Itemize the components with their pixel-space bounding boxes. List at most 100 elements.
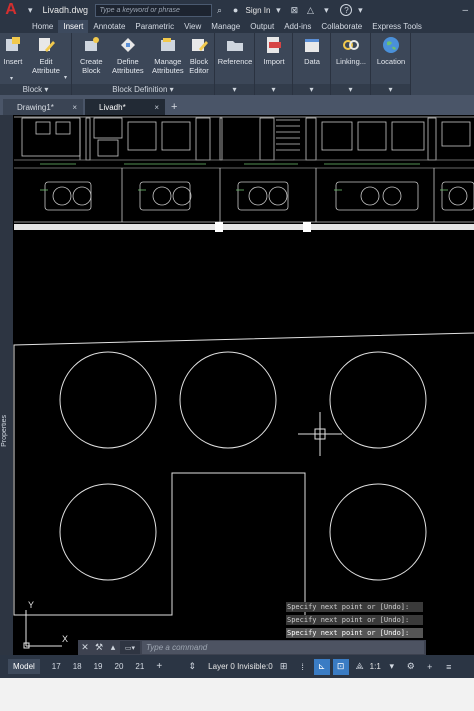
- tab-manage[interactable]: Manage: [206, 20, 245, 33]
- layout-tab-19[interactable]: 19: [90, 659, 107, 674]
- cart-icon[interactable]: ⊠: [286, 2, 302, 18]
- block-definition-panel: Create Block Define Attributes Manage At…: [72, 33, 215, 95]
- data-table-icon: [305, 39, 319, 52]
- user-icon[interactable]: ●: [228, 2, 244, 18]
- help-icon[interactable]: ?: [340, 4, 353, 16]
- grid-icon[interactable]: ⊞: [276, 659, 292, 675]
- edit-attribute-label-2: Attribute: [32, 66, 60, 75]
- location-panel-dropdown-icon[interactable]: ▾: [371, 84, 410, 95]
- search-icon[interactable]: ⌕: [212, 2, 228, 18]
- import-button[interactable]: Import: [257, 35, 291, 66]
- linking-panel-dropdown-icon[interactable]: ▾: [331, 84, 370, 95]
- command-input[interactable]: Type a command: [142, 641, 424, 654]
- tab-insert[interactable]: Insert: [58, 20, 89, 33]
- scroll-layouts-icon[interactable]: ⇕: [184, 659, 200, 675]
- globe-icon: [383, 37, 399, 53]
- recent-commands-icon[interactable]: ▴: [106, 640, 120, 655]
- command-history-line: Specify next point or [Undo]:: [286, 628, 423, 638]
- insert-block-icon: [6, 37, 20, 51]
- quick-access-dropdown-icon[interactable]: ▾: [28, 5, 33, 16]
- manage-attributes-button[interactable]: Manage Attributes: [152, 35, 184, 75]
- reference-button[interactable]: Reference: [217, 35, 253, 66]
- close-icon-active[interactable]: ×: [154, 103, 159, 112]
- tab-home[interactable]: Home: [27, 20, 58, 33]
- doc-tab-drawing1[interactable]: Drawing1* ×: [3, 99, 83, 115]
- block-definition-title: Block Definition: [112, 85, 168, 94]
- tab-collaborate[interactable]: Collaborate: [316, 20, 367, 33]
- block-definition-panel-label[interactable]: Block Definition ▾: [72, 84, 214, 95]
- snap-icon[interactable]: ⁞: [295, 659, 311, 675]
- layout-tab-model[interactable]: Model: [8, 659, 40, 674]
- ortho-icon[interactable]: ⊾: [313, 658, 330, 675]
- import-label: Import: [263, 57, 285, 66]
- autodesk-app-icon[interactable]: △: [302, 2, 318, 18]
- tab-output[interactable]: Output: [245, 20, 279, 33]
- reference-panel-dropdown-icon[interactable]: ▾: [215, 84, 254, 95]
- close-icon-command[interactable]: ✕: [78, 640, 92, 655]
- tab-view[interactable]: View: [179, 20, 206, 33]
- tab-annotate[interactable]: Annotate: [88, 20, 130, 33]
- block-editor-icon: [192, 39, 208, 51]
- properties-palette[interactable]: Properties: [0, 115, 13, 655]
- chevron-down-icon-3[interactable]: ▾: [352, 2, 368, 18]
- new-tab-icon[interactable]: +: [171, 101, 177, 113]
- insert-button[interactable]: Insert: [3, 35, 23, 66]
- tab-parametric[interactable]: Parametric: [130, 20, 179, 33]
- location-label: Location: [376, 57, 406, 66]
- reference-panel: Reference ▾: [215, 33, 255, 95]
- annotation-scale-icon[interactable]: ⟁: [352, 659, 368, 675]
- insert-dropdown-icon[interactable]: ▾: [10, 75, 13, 82]
- manage-attributes-label-2: Attributes: [152, 66, 184, 75]
- layout-tab-21[interactable]: 21: [131, 659, 148, 674]
- doc-tab-livadh[interactable]: Livadh* ×: [85, 99, 165, 115]
- import-panel-dropdown-icon[interactable]: ▾: [255, 84, 292, 95]
- create-block-button[interactable]: Create Block: [80, 35, 103, 75]
- search-input[interactable]: Type a keyword or phrase: [94, 3, 212, 17]
- block-panel-label[interactable]: Block ▾: [0, 84, 71, 95]
- reference-icon: [227, 41, 243, 51]
- application-menu-logo[interactable]: A: [0, 0, 22, 20]
- block-editor-button[interactable]: Block Editor: [189, 35, 209, 75]
- define-attributes-button[interactable]: Define Attributes: [112, 35, 144, 75]
- add-layout-icon[interactable]: +: [156, 661, 162, 672]
- sign-in-link[interactable]: Sign In: [246, 6, 271, 15]
- command-history-line: Specify next point or [Undo]:: [286, 602, 423, 612]
- create-block-icon: [85, 37, 100, 51]
- close-icon[interactable]: ×: [72, 103, 77, 112]
- layout-tab-20[interactable]: 20: [111, 659, 128, 674]
- add-icon[interactable]: +: [422, 659, 438, 675]
- scale-dropdown-icon[interactable]: ▾: [384, 659, 400, 675]
- settings-gear-icon[interactable]: ⚙: [403, 659, 419, 675]
- tab-add-ins[interactable]: Add-ins: [279, 20, 316, 33]
- command-prompt-icon[interactable]: ▭▾: [120, 641, 140, 654]
- data-panel: Data ▾: [293, 33, 331, 95]
- location-button[interactable]: Location: [373, 35, 409, 66]
- ucs-y-label: Y: [28, 600, 35, 610]
- block-editor-label-2: Editor: [189, 66, 209, 75]
- customize-menu-icon[interactable]: ≡: [441, 659, 457, 675]
- linking-panel: Linking... ▾: [331, 33, 371, 95]
- tab-express-tools[interactable]: Express Tools: [367, 20, 427, 33]
- customize-wrench-icon[interactable]: ⚒: [92, 640, 106, 655]
- chevron-down-icon[interactable]: ▾: [270, 2, 286, 18]
- chevron-down-icon-2[interactable]: ▾: [318, 2, 334, 18]
- doc-tab-label: Drawing1*: [17, 102, 54, 112]
- scale-value[interactable]: 1:1: [370, 662, 381, 671]
- layout-tab-17[interactable]: 17: [48, 659, 65, 674]
- layout-tab-18[interactable]: 18: [69, 659, 86, 674]
- command-history-line: Specify next point or [Undo]:: [286, 615, 423, 625]
- linking-button[interactable]: Linking...: [333, 35, 369, 66]
- data-panel-dropdown-icon[interactable]: ▾: [293, 84, 330, 95]
- edit-attribute-dropdown-icon[interactable]: ▾: [64, 74, 67, 81]
- minimize-icon[interactable]: –: [462, 5, 468, 16]
- taskbar-area: [0, 678, 474, 711]
- document-tabs: Drawing1* × Livadh* × +: [0, 95, 474, 115]
- edit-attribute-button[interactable]: Edit Attribute: [32, 35, 60, 75]
- data-button[interactable]: Data: [295, 35, 329, 66]
- drawing-canvas[interactable]: [0, 115, 474, 655]
- block-panel: Insert ▾ Edit Attribute ▾ Block ▾: [0, 33, 72, 95]
- define-attributes-icon: [120, 38, 135, 52]
- polar-tracking-icon[interactable]: ⊡: [332, 658, 349, 675]
- data-label: Data: [304, 57, 320, 66]
- quick-access-toolbar: ▾: [28, 5, 33, 16]
